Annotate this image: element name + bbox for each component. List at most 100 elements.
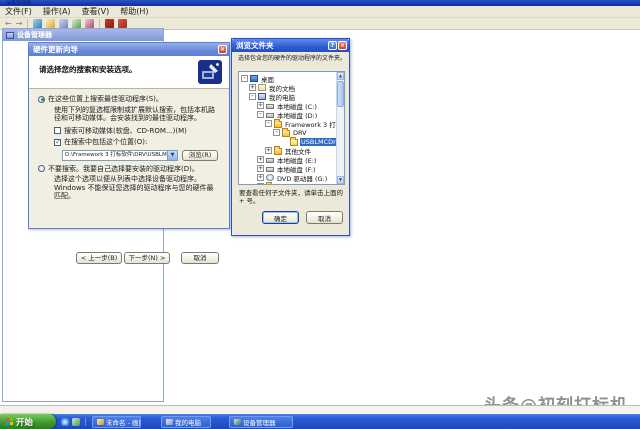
menu-view[interactable]: 查看(V) [82, 6, 110, 17]
expander-icon[interactable]: + [257, 183, 264, 184]
location-value: D:\Framework 3 打标软件\DRV\USBLMCDriver [63, 151, 167, 160]
toolbar-separator [27, 19, 28, 28]
drive-icon [266, 113, 274, 118]
quick-launch [61, 418, 86, 426]
back-button[interactable]: < 上一步(B) [76, 252, 122, 264]
tree-item-label: DRV [292, 129, 308, 137]
expander-icon[interactable]: + [257, 165, 264, 172]
device-manager-title: 设备管理器 [17, 30, 52, 40]
scrollbar-thumb[interactable] [337, 81, 344, 107]
close-icon[interactable]: × [338, 41, 347, 50]
show-console-tree-icon[interactable] [33, 19, 42, 28]
console-statusbar [0, 405, 640, 414]
device-manager-titlebar[interactable]: 设备管理器 [3, 29, 163, 41]
console-menubar: 文件(F) 操作(A) 查看(V) 帮助(H) [0, 6, 640, 18]
search-description: 使用下列的复选框限制或扩展默认搜索，包括本机路径和可移动媒体。会安装找到的最佳驱… [54, 106, 220, 123]
drive-icon [266, 167, 274, 172]
checkbox-removable-label: 搜索可移动媒体(软盘、CD-ROM...)(M) [64, 127, 187, 136]
wizard-header-text: 请选择您的搜索和安装选项。 [39, 64, 137, 75]
tree-scrollbar[interactable]: ▲ ▼ [336, 72, 344, 184]
expander-icon[interactable]: + [265, 147, 272, 154]
checkbox-include-location[interactable]: 在搜索中包括这个位置(O): [54, 138, 220, 147]
chevron-down-icon[interactable]: ▼ [167, 151, 177, 160]
next-button[interactable]: 下一步(N) > [124, 252, 170, 264]
ok-button-label: 确定 [274, 213, 287, 223]
expander-icon[interactable]: - [257, 111, 264, 118]
expander-icon[interactable]: - [249, 93, 256, 100]
tree-item-label: 共享文档 [276, 182, 304, 185]
menu-help[interactable]: 帮助(H) [120, 6, 148, 17]
expander-icon[interactable]: + [257, 174, 264, 181]
taskbar-button-device-manager[interactable]: 设备管理器 [229, 416, 293, 428]
hardware-update-wizard-dialog: 硬件更新向导 × 请选择您的搜索和安装选项。 在这些位置上搜索最佳驱动程序(S)… [28, 42, 230, 229]
browse-cancel-button-label: 取消 [318, 213, 331, 223]
browse-button-label: 浏览(R) [189, 151, 212, 160]
wizard-titlebar[interactable]: 硬件更新向导 × [29, 43, 229, 56]
expander-icon[interactable]: + [249, 84, 256, 91]
taskbar-button-label: 设备管理器 [243, 417, 276, 427]
manual-description: 选择这个选项以便从列表中选择设备驱动程序。Windows 不能保证您选择的驱动程… [54, 175, 220, 201]
expander-icon[interactable]: - [265, 120, 272, 127]
scroll-up-icon[interactable]: ▲ [337, 72, 344, 80]
browse-for-folder-dialog: 浏览文件夹 ? × 选择包含您的硬件的驱动程序的文件夹。 - 桌面 + 我的文档… [231, 38, 350, 236]
wizard-close-icon[interactable]: × [218, 45, 227, 54]
browse-button-row: 确定 取消 [262, 211, 343, 224]
expander-icon[interactable]: - [241, 75, 248, 82]
taskbar-button-label: 我的电脑 [175, 417, 201, 427]
next-button-label: 下一步(N) > [129, 254, 166, 263]
back-button-label: < 上一步(B) [81, 254, 118, 263]
checkbox-off-icon[interactable] [54, 127, 61, 134]
checkbox-on-icon[interactable] [54, 139, 61, 146]
internet-explorer-icon[interactable] [61, 418, 69, 426]
browse-titlebar[interactable]: 浏览文件夹 ? × [232, 39, 349, 52]
help-button[interactable]: ? [328, 41, 337, 50]
browse-cancel-button[interactable]: 取消 [306, 211, 343, 224]
folder-icon [274, 148, 282, 155]
folder-icon [274, 121, 282, 128]
folder-tree: - 桌面 + 我的文档 - 我的电脑 + 本地磁盘 (C:) [238, 71, 345, 185]
menu-action[interactable]: 操作(A) [43, 6, 71, 17]
properties-icon[interactable] [46, 19, 55, 28]
my-documents-icon [258, 84, 266, 91]
expander-icon[interactable]: + [257, 102, 264, 109]
desktop: 设备管理器 文件(F) 操作(A) 查看(V) 帮助(H) ← → 设备管理器 … [0, 0, 640, 429]
location-combobox[interactable]: D:\Framework 3 打标软件\DRV\USBLMCDriver ▼ [62, 150, 178, 161]
tree-item-label-selected: USBLMCDriver [300, 138, 336, 146]
browse-hint: 要查看任何子文件夹，请单击上面的 + 号。 [239, 190, 345, 205]
forward-icon[interactable]: → [16, 19, 23, 29]
back-icon[interactable]: ← [5, 19, 12, 29]
uninstall-device-icon[interactable] [118, 19, 127, 28]
scroll-down-icon[interactable]: ▼ [337, 176, 344, 184]
folder-tree-rows: - 桌面 + 我的文档 - 我的电脑 + 本地磁盘 (C:) [239, 72, 336, 184]
radio-dont-search[interactable]: 不要搜索。我要自己选择要安装的驱动程序(D)。 [38, 165, 220, 174]
radio-off-icon[interactable] [38, 165, 45, 172]
radio-search-locations[interactable]: 在这些位置上搜索最佳驱动程序(S)。 [38, 95, 220, 104]
start-button[interactable]: 开始 [0, 414, 56, 429]
update-driver-icon[interactable] [85, 19, 94, 28]
taskbar-button-my-computer[interactable]: 我的电脑 [161, 416, 211, 428]
disable-device-icon[interactable] [105, 19, 114, 28]
my-computer-icon [258, 93, 266, 100]
radio-on-icon[interactable] [38, 96, 45, 103]
checkbox-removable-media[interactable]: 搜索可移动媒体(软盘、CD-ROM...)(M) [54, 127, 220, 136]
scrollbar-track[interactable] [337, 108, 344, 176]
help-icon[interactable] [59, 19, 68, 28]
toolbar-separator [99, 19, 100, 28]
wizard-title: 硬件更新向导 [33, 44, 217, 55]
hardware-wizard-icon [198, 60, 222, 84]
tree-item-drv-folder[interactable]: - DRV [239, 128, 336, 137]
device-manager-icon [6, 32, 14, 39]
open-folder-icon [290, 139, 298, 146]
taskbar-button-paint[interactable]: 未命名 - 画图 [92, 416, 141, 428]
cancel-button[interactable]: 取消 [181, 252, 219, 264]
expander-icon[interactable]: + [257, 156, 264, 163]
show-desktop-icon[interactable] [72, 418, 80, 426]
browse-prompt: 选择包含您的硬件的驱动程序的文件夹。 [238, 55, 348, 63]
cd-drive-icon [266, 174, 274, 181]
browse-button[interactable]: 浏览(R) [182, 150, 218, 161]
scan-hardware-icon[interactable] [72, 19, 81, 28]
ok-button[interactable]: 确定 [262, 211, 299, 224]
drive-icon [266, 158, 274, 163]
menu-file[interactable]: 文件(F) [5, 6, 32, 17]
expander-icon[interactable]: - [273, 129, 280, 136]
